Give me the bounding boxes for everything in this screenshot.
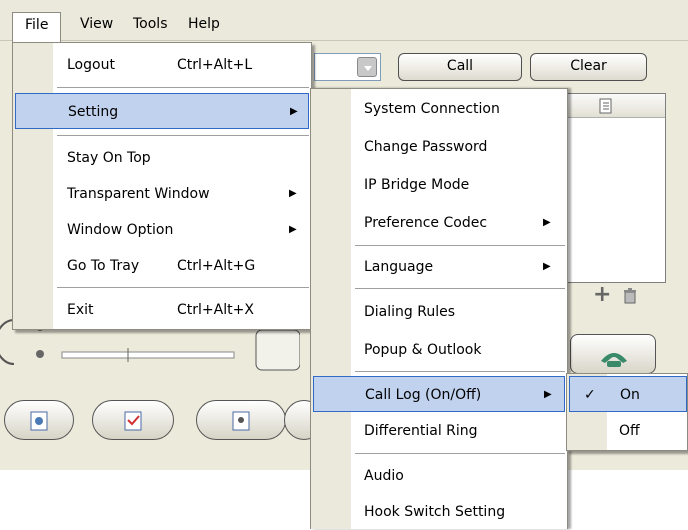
menu-item-exit[interactable]: Exit Ctrl+Alt+X <box>13 292 311 328</box>
menu-item-label: Window Option <box>67 222 174 238</box>
menu-item-system-connection[interactable]: System Connection <box>311 91 567 127</box>
menu-item-audio[interactable]: Audio <box>311 458 567 494</box>
menu-item-label: Language <box>364 259 434 275</box>
menu-item-shortcut: Ctrl+Alt+X <box>177 302 254 318</box>
menu-item-hook-switch-setting[interactable]: Hook Switch Setting <box>311 494 567 530</box>
menu-item-popup-outlook[interactable]: Popup & Outlook <box>311 332 567 368</box>
submenu-arrow-icon: ▶ <box>544 389 552 400</box>
menu-item-label: Go To Tray <box>67 258 140 274</box>
menu-item-differential-ring[interactable]: Differential Ring <box>311 413 567 449</box>
menu-item-label: Change Password <box>364 139 488 155</box>
menu-item-label: Preference Codec <box>364 215 488 231</box>
add-icon[interactable]: + <box>593 282 611 307</box>
submenu-arrow-icon: ▶ <box>289 224 297 235</box>
menu-item-change-password[interactable]: Change Password <box>311 129 567 165</box>
menu-item-label: Hook Switch Setting <box>364 504 506 520</box>
menu-item-label: Popup & Outlook <box>364 342 482 358</box>
submenu-arrow-icon: ▶ <box>543 261 551 272</box>
menu-item-label: Audio <box>364 468 404 484</box>
call-button[interactable]: Call <box>398 53 522 81</box>
menu-item-call-log[interactable]: Call Log (On/Off) ▶ <box>313 376 565 412</box>
menu-item-label: Call Log (On/Off) <box>365 387 482 403</box>
setting-submenu: System Connection Change Password IP Bri… <box>310 88 568 529</box>
phonebook-button[interactable] <box>4 400 74 440</box>
menu-item-label: IP Bridge Mode <box>364 177 470 193</box>
menu-item-window-option[interactable]: Window Option ▶ <box>13 212 311 248</box>
clear-button[interactable]: Clear <box>530 53 647 81</box>
menu-item-language[interactable]: Language ▶ <box>311 249 567 285</box>
menu-item-label: Exit <box>67 302 94 318</box>
call-log-submenu: ✓ On Off <box>566 373 688 451</box>
menu-separator <box>355 453 565 454</box>
menu-item-dialing-rules[interactable]: Dialing Rules <box>311 294 567 330</box>
menu-item-setting[interactable]: Setting ▶ <box>15 93 309 129</box>
menu-item-label: On <box>620 387 640 403</box>
voicemail-button[interactable] <box>196 400 286 440</box>
menu-separator <box>57 135 309 136</box>
menu-item-label: Setting <box>68 104 119 120</box>
menu-item-go-to-tray[interactable]: Go To Tray Ctrl+Alt+G <box>13 248 311 284</box>
check-icon: ✓ <box>584 387 596 403</box>
answer-call-button[interactable] <box>570 334 656 374</box>
menu-separator <box>57 287 309 288</box>
menu-item-on[interactable]: ✓ On <box>569 376 687 412</box>
menu-item-shortcut: Ctrl+Alt+G <box>177 258 256 274</box>
menu-item-preference-codec[interactable]: Preference Codec ▶ <box>311 205 567 241</box>
menu-separator <box>355 245 565 246</box>
contacts-icon[interactable] <box>597 97 615 119</box>
submenu-arrow-icon: ▶ <box>289 188 297 199</box>
menu-item-label: Logout <box>67 57 115 73</box>
menu-separator <box>57 87 309 88</box>
menu-item-shortcut: Ctrl+Alt+L <box>177 57 253 73</box>
menu-item-label: Transparent Window <box>67 186 210 202</box>
submenu-arrow-icon: ▶ <box>543 217 551 228</box>
menu-item-label: System Connection <box>364 101 500 117</box>
menu-item-label: Off <box>619 423 640 439</box>
menu-item-label: Dialing Rules <box>364 304 456 320</box>
menu-file[interactable]: File <box>12 12 61 42</box>
menu-item-ip-bridge-mode[interactable]: IP Bridge Mode <box>311 167 567 203</box>
menu-view[interactable]: View <box>73 12 120 38</box>
menu-item-off[interactable]: Off <box>567 413 687 449</box>
trash-icon[interactable] <box>623 288 637 308</box>
combo-dropdown-icon[interactable] <box>357 57 377 77</box>
menu-help[interactable]: Help <box>181 12 227 38</box>
menu-item-stay-on-top[interactable]: Stay On Top <box>13 140 311 176</box>
menu-item-transparent-window[interactable]: Transparent Window ▶ <box>13 176 311 212</box>
menu-separator <box>355 371 565 372</box>
file-menu: Logout Ctrl+Alt+L Setting ▶ Stay On Top … <box>12 42 312 330</box>
menu-item-label: Differential Ring <box>364 423 478 439</box>
calendar-button[interactable] <box>92 400 174 440</box>
menu-tools[interactable]: Tools <box>126 12 175 38</box>
menu-item-label: Stay On Top <box>67 150 151 166</box>
submenu-arrow-icon: ▶ <box>290 106 298 117</box>
menu-item-logout[interactable]: Logout Ctrl+Alt+L <box>13 47 311 83</box>
menu-separator <box>355 288 565 289</box>
